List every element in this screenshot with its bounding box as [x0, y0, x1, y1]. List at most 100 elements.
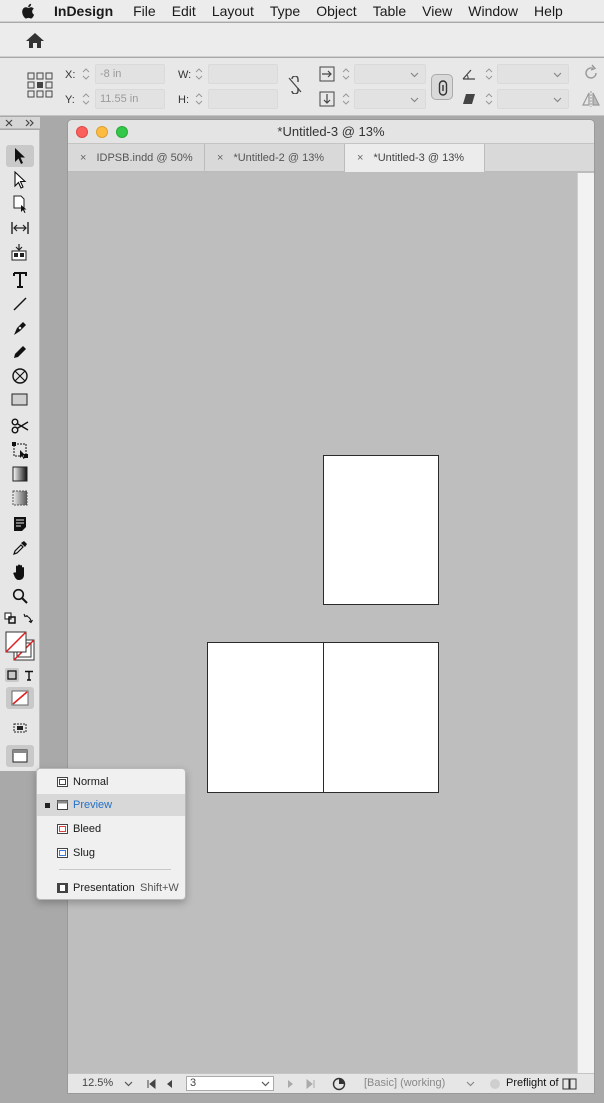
tools-panel-header[interactable] [0, 117, 40, 129]
fill-stroke-swatch-icon[interactable] [4, 630, 36, 662]
page-1[interactable] [323, 455, 439, 605]
scale-x-stepper[interactable] [340, 64, 352, 84]
tools-panel [0, 130, 40, 771]
hand-tool-icon[interactable] [6, 561, 34, 583]
menu-window[interactable]: Window [468, 3, 518, 19]
apply-none-icon[interactable] [6, 687, 34, 709]
menu-item-label: Preview [73, 799, 113, 811]
constrain-proportions-icon[interactable] [287, 75, 303, 97]
tab-untitled-2[interactable]: × *Untitled-2 @ 13% [205, 144, 345, 172]
default-fill-stroke-icon[interactable] [3, 611, 17, 625]
preflight-label[interactable]: Preflight of [506, 1077, 559, 1089]
note-tool-icon[interactable] [6, 513, 34, 535]
menu-type[interactable]: Type [270, 3, 300, 19]
tab-close-icon[interactable]: × [80, 152, 86, 164]
page-dropdown-icon[interactable] [261, 1081, 270, 1087]
rectangle-frame-tool-icon[interactable] [6, 365, 34, 387]
scale-x-dropdown[interactable] [354, 64, 426, 84]
link-scale-icon[interactable] [431, 74, 453, 100]
shear-dropdown[interactable] [497, 89, 569, 109]
menu-item-normal[interactable]: Normal [37, 771, 185, 793]
scale-y-stepper[interactable] [340, 89, 352, 109]
pen-tool-icon[interactable] [6, 317, 34, 339]
first-page-icon[interactable] [146, 1079, 156, 1089]
menu-view[interactable]: View [422, 3, 452, 19]
h-stepper[interactable] [193, 89, 205, 109]
flip-horizontal-icon[interactable] [582, 91, 600, 110]
preflight-panel-icon[interactable] [562, 1078, 578, 1090]
menu-object[interactable]: Object [316, 3, 356, 19]
screen-mode-button[interactable] [6, 745, 34, 767]
gap-tool-icon[interactable] [6, 217, 34, 239]
last-page-icon[interactable] [306, 1079, 316, 1089]
zoom-tool-icon[interactable] [6, 585, 34, 607]
gradient-swatch-tool-icon[interactable] [6, 463, 34, 485]
pencil-tool-icon[interactable] [6, 341, 34, 363]
zoom-level[interactable]: 12.5% [82, 1077, 113, 1089]
rotate-90-icon[interactable] [582, 64, 600, 85]
y-label: Y: [65, 94, 75, 106]
selection-tool-icon[interactable] [6, 145, 34, 167]
profile-dropdown-icon[interactable] [466, 1081, 475, 1087]
document-tabs: × IDPSB.indd @ 50% × *Untitled-2 @ 13% ×… [68, 144, 594, 172]
menu-item-preview[interactable]: Preview [37, 794, 185, 816]
menu-file[interactable]: File [133, 3, 156, 19]
menu-item-slug[interactable]: Slug [37, 842, 185, 864]
y-input[interactable]: 11.55 in [95, 89, 165, 109]
zoom-dropdown-icon[interactable] [124, 1081, 133, 1087]
line-tool-icon[interactable] [6, 293, 34, 315]
screen-mode-normal-icon[interactable] [6, 717, 34, 739]
slug-mode-icon [57, 848, 68, 858]
open-page-icon[interactable] [332, 1077, 346, 1091]
menu-item-presentation[interactable]: Presentation Shift+W [37, 877, 185, 899]
menu-item-label: Presentation [73, 882, 135, 894]
page-3[interactable] [323, 642, 439, 793]
scale-y-dropdown[interactable] [354, 89, 426, 109]
content-collector-tool-icon[interactable] [6, 241, 34, 263]
w-stepper[interactable] [193, 64, 205, 84]
menu-help[interactable]: Help [534, 3, 563, 19]
menu-item-label: Bleed [73, 823, 102, 835]
home-icon[interactable] [24, 31, 46, 51]
next-page-icon[interactable] [287, 1079, 295, 1089]
presentation-mode-icon [57, 883, 68, 893]
menu-item-label: Normal [73, 776, 109, 788]
tab-close-icon[interactable]: × [217, 152, 223, 164]
free-transform-tool-icon[interactable] [6, 439, 34, 461]
x-input[interactable]: -8 in [95, 64, 165, 84]
w-input[interactable] [208, 64, 278, 84]
vertical-scrollbar[interactable] [577, 173, 594, 1075]
tab-idpsb[interactable]: × IDPSB.indd @ 50% [68, 144, 205, 172]
previous-page-icon[interactable] [165, 1079, 173, 1089]
pasteboard[interactable] [68, 173, 578, 1075]
formatting-container-icon[interactable] [5, 668, 19, 682]
apple-icon[interactable] [18, 3, 38, 19]
rotate-dropdown[interactable] [497, 64, 569, 84]
rotate-stepper[interactable] [483, 64, 495, 84]
formatting-text-icon[interactable] [22, 668, 36, 682]
page-2[interactable] [207, 642, 324, 793]
tab-untitled-3[interactable]: × *Untitled-3 @ 13% [345, 144, 485, 172]
tab-close-icon[interactable]: × [357, 152, 363, 164]
rectangle-tool-icon[interactable] [6, 389, 34, 411]
menu-app-name[interactable]: InDesign [54, 3, 113, 19]
gradient-feather-tool-icon[interactable] [6, 487, 34, 509]
x-stepper[interactable] [80, 64, 92, 84]
type-tool-icon[interactable] [6, 269, 34, 291]
y-stepper[interactable] [80, 89, 92, 109]
menu-table[interactable]: Table [373, 3, 406, 19]
h-input[interactable] [208, 89, 278, 109]
menu-item-bleed[interactable]: Bleed [37, 818, 185, 840]
page-tool-icon[interactable] [6, 193, 34, 215]
direct-selection-tool-icon[interactable] [6, 169, 34, 191]
application-bar [0, 23, 604, 57]
menu-layout[interactable]: Layout [212, 3, 254, 19]
preflight-profile[interactable]: [Basic] (working) [364, 1077, 445, 1089]
shear-angle-icon [462, 93, 476, 108]
scissors-tool-icon[interactable] [6, 415, 34, 437]
menu-edit[interactable]: Edit [172, 3, 196, 19]
eyedropper-tool-icon[interactable] [6, 537, 34, 559]
shear-stepper[interactable] [483, 89, 495, 109]
reference-point-icon[interactable] [27, 72, 53, 101]
swap-fill-stroke-icon[interactable] [22, 611, 36, 625]
